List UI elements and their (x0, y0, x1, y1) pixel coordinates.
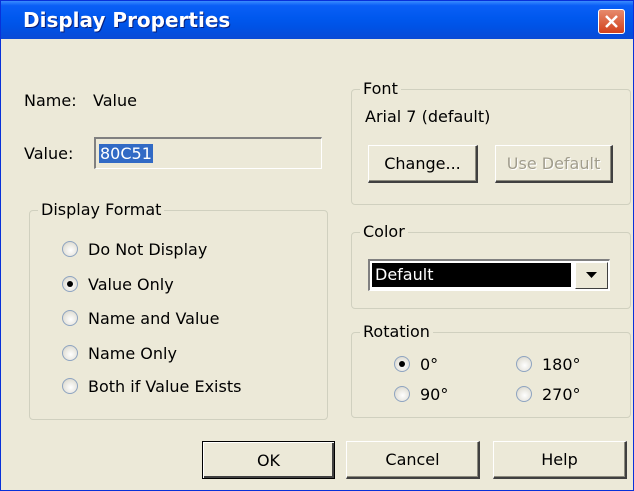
radio-button[interactable] (516, 356, 532, 372)
radio-button[interactable] (62, 310, 78, 326)
radio-selected-dot (399, 361, 405, 367)
radio-rotation-270[interactable]: 270° (516, 383, 581, 405)
radio-label: 180° (542, 354, 581, 374)
font-current: Arial 7 (default) (365, 107, 491, 126)
value-input[interactable]: 80C51 (94, 137, 322, 169)
radio-button[interactable] (62, 378, 78, 394)
use-default-button[interactable]: Use Default (495, 145, 613, 183)
radio-rotation-0[interactable]: 0° (394, 353, 438, 375)
radio-label: Value Only (88, 274, 174, 294)
dropdown-arrow-button[interactable] (575, 262, 608, 289)
window-title: Display Properties (23, 8, 231, 32)
rotation-group: Rotation 0° 180° 90° 270° (351, 322, 631, 418)
help-button[interactable]: Help (493, 441, 627, 479)
chevron-down-icon (586, 272, 597, 278)
color-selected-value: Default (372, 263, 571, 287)
radio-value-only[interactable]: Value Only (62, 273, 174, 295)
value-label: Value: (24, 144, 74, 163)
radio-label: Both if Value Exists (88, 376, 242, 396)
radio-label: 0° (420, 354, 439, 374)
ok-button[interactable]: OK (202, 441, 335, 479)
radio-do-not-display[interactable]: Do Not Display (62, 238, 207, 260)
display-format-group: Display Format Do Not Display Value Only… (29, 200, 328, 420)
radio-button[interactable] (394, 386, 410, 402)
name-value: Value (93, 91, 137, 110)
radio-label: Name Only (88, 343, 177, 363)
radio-selected-dot (67, 281, 73, 287)
rotation-title: Rotation (360, 322, 433, 341)
radio-label: Name and Value (88, 308, 220, 328)
radio-button[interactable] (394, 356, 410, 372)
radio-label: 270° (542, 384, 581, 404)
cancel-button[interactable]: Cancel (346, 441, 480, 479)
name-label: Name: (24, 91, 77, 110)
radio-label: 90° (420, 384, 449, 404)
radio-button[interactable] (516, 386, 532, 402)
value-input-text: 80C51 (99, 144, 153, 163)
change-font-button[interactable]: Change... (368, 145, 478, 183)
display-format-title: Display Format (38, 200, 165, 219)
color-dropdown[interactable]: Default (368, 259, 610, 291)
close-icon (605, 15, 618, 28)
radio-both-if-value-exists[interactable]: Both if Value Exists (62, 375, 241, 397)
color-title: Color (360, 222, 408, 241)
radio-name-only[interactable]: Name Only (62, 342, 177, 364)
radio-rotation-180[interactable]: 180° (516, 353, 581, 375)
font-title: Font (360, 79, 401, 98)
radio-button[interactable] (62, 345, 78, 361)
display-properties-dialog: Display Properties Name: Value Value: 80… (0, 0, 634, 491)
radio-button[interactable] (62, 276, 78, 292)
radio-name-and-value[interactable]: Name and Value (62, 307, 219, 329)
font-group: Font Arial 7 (default) Change... Use Def… (351, 79, 631, 205)
close-button[interactable] (598, 9, 625, 34)
radio-label: Do Not Display (88, 239, 208, 259)
radio-button[interactable] (62, 241, 78, 257)
title-bar[interactable]: Display Properties (1, 1, 633, 39)
radio-rotation-90[interactable]: 90° (394, 383, 448, 405)
